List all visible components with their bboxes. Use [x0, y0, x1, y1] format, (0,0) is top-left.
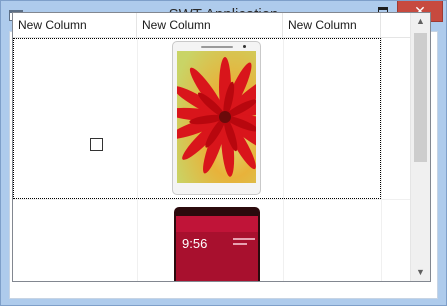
chevron-down-icon[interactable]: ▼ [411, 264, 430, 281]
column-header[interactable]: New Column [283, 13, 381, 38]
chevron-up-icon[interactable]: ▲ [411, 13, 430, 30]
column-header[interactable]: New Column [13, 13, 137, 38]
vertical-scrollbar[interactable]: ▲ ▼ [410, 13, 430, 281]
phone-speaker [201, 46, 233, 48]
app-window: SWT Application ✕ New Column New Column … [0, 0, 447, 306]
scrollbar-thumb[interactable] [414, 33, 427, 162]
column-header[interactable]: New Column [137, 13, 283, 38]
row-checkbox[interactable] [90, 138, 103, 151]
phone-clock-text: 9:56 [182, 236, 207, 251]
column-divider [381, 38, 382, 281]
phone-camera [243, 45, 246, 48]
phone-screen [177, 51, 256, 183]
flower-image [177, 51, 256, 183]
column-header-filler [381, 13, 410, 38]
red-flower-phone-image [172, 41, 261, 195]
red-phone-image: 9:56 [173, 206, 261, 281]
table[interactable]: New Column New Column New Column 9:56 ▲ … [12, 12, 431, 282]
table-header: New Column New Column New Column [13, 13, 410, 38]
red-phone-image: 9:56 [174, 207, 260, 281]
